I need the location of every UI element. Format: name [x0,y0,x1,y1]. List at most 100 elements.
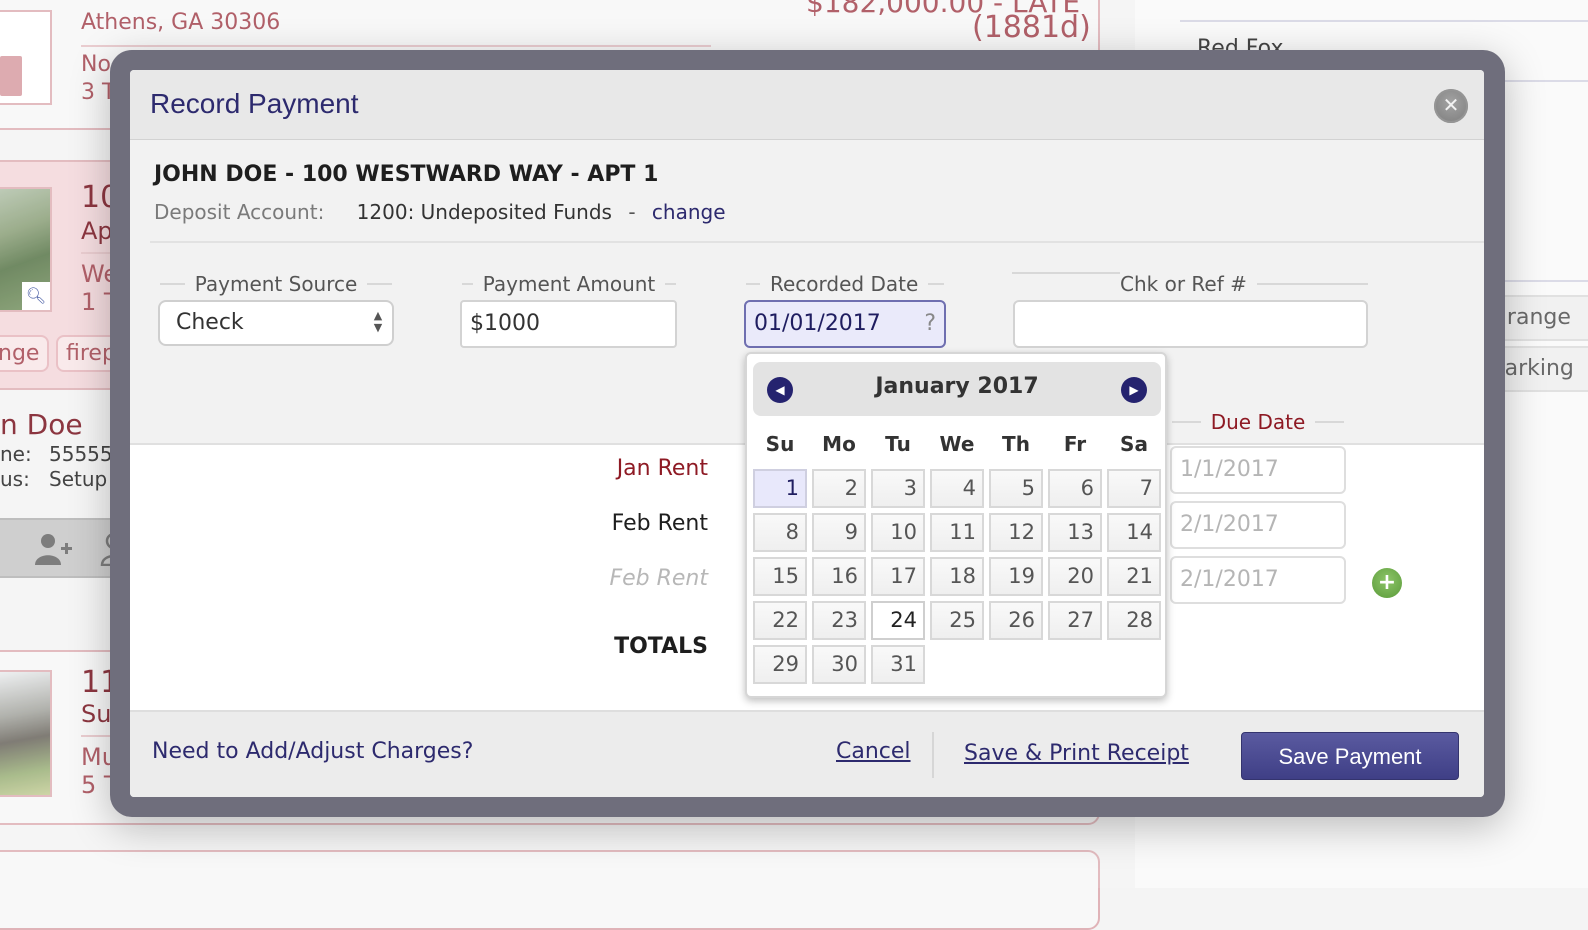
due-date-label: Due Date [1210,410,1306,434]
payment-source-value: Check [176,310,244,335]
due-date-legend: Due Date [1172,410,1345,434]
save-payment-button[interactable]: Save Payment [1241,732,1459,780]
save-print-receipt-link[interactable]: Save & Print Receipt [964,741,1189,766]
reference-legend-rule [852,272,1120,274]
payment-source-select[interactable]: Check ▲ ▼ [158,300,394,346]
calendar-day[interactable]: 22 [753,601,807,640]
calendar-day[interactable]: 28 [1107,601,1161,640]
charge-due-date-value: 2/1/2017 [1180,512,1279,537]
plus-circle-icon[interactable]: + [1372,568,1402,598]
close-icon[interactable]: ✕ [1434,89,1468,123]
calendar-day[interactable]: 31 [871,645,925,684]
payment-amount-input[interactable]: $1000 [460,300,677,348]
legend-rule [746,283,760,285]
deposit-separator: - [628,200,636,224]
deposit-account-row: Deposit Account: 1200: Undeposited Funds… [154,200,726,224]
reference-legend: Chk or Ref # [1120,272,1368,296]
legend-rule [1256,283,1368,285]
datepicker-month-title: January 2017 [875,374,1039,399]
legend-rule [1172,421,1201,423]
calendar-day[interactable]: 6 [1048,469,1102,508]
legend-rule [1012,272,1120,274]
calendar-day[interactable]: 5 [989,469,1043,508]
payment-amount-legend: Payment Amount [462,272,677,296]
legend-rule [367,283,393,285]
calendar-day[interactable]: 14 [1107,513,1161,552]
calendar-day[interactable]: 21 [1107,557,1161,596]
deposit-account-value: 1200: Undeposited Funds [356,200,612,224]
help-icon[interactable]: ? [924,310,936,338]
datepicker-header: ◀ January 2017 ▶ [753,362,1161,416]
divider [150,241,1484,243]
weekday-header: Tu [885,432,911,456]
calendar-day[interactable]: 12 [989,513,1043,552]
calendar-day[interactable]: 4 [930,469,984,508]
currency-symbol: $ [470,311,484,336]
weekday-header: Sa [1120,432,1148,456]
calendar-day[interactable]: 23 [812,601,866,640]
calendar-day[interactable]: 7 [1107,469,1161,508]
calendar-day[interactable]: 29 [753,645,807,684]
datepicker-popup: ◀ January 2017 ▶ Su Mo Tu We Th Fr Sa 1 2 3 4 5 6 7 8 9… [745,352,1167,698]
change-deposit-account-link[interactable]: change [652,200,726,224]
charge-due-date-value: 1/1/2017 [1180,457,1279,482]
payment-amount-value: 1000 [484,311,540,336]
totals-label: TOTALS [614,634,708,659]
weekday-header: Fr [1063,432,1087,456]
weekday-header: Mo [822,432,856,456]
legend-rule [462,283,473,285]
charge-due-date[interactable]: 2/1/2017 [1170,556,1346,604]
deposit-account-label: Deposit Account: [154,200,325,224]
payment-source-legend: Payment Source [160,272,393,296]
payment-source-label: Payment Source [194,272,358,296]
tenant-unit-heading: JOHN DOE - 100 WESTWARD WAY - APT 1 [154,162,659,187]
legend-rule [665,283,677,285]
chevron-right-icon[interactable]: ▶ [1121,377,1147,403]
weekday-header: We [939,432,975,456]
recorded-date-value: 01/01/2017 [754,311,881,336]
weekday-header: Th [1002,432,1030,456]
footer-divider [932,732,934,778]
calendar-day[interactable]: 9 [812,513,866,552]
calendar-day[interactable]: 18 [930,557,984,596]
calendar-day[interactable]: 16 [812,557,866,596]
calendar-day[interactable]: 30 [812,645,866,684]
calendar-day-today[interactable]: 24 [871,601,925,640]
calendar-day[interactable]: 27 [1048,601,1102,640]
calendar-day[interactable]: 20 [1048,557,1102,596]
check-reference-input[interactable] [1013,300,1368,348]
calendar-day[interactable]: 15 [753,557,807,596]
calendar-day[interactable]: 13 [1048,513,1102,552]
select-updown-icon: ▲ ▼ [373,309,383,334]
recorded-date-input[interactable]: 01/01/2017 ? [744,300,946,348]
charge-label: Feb Rent [609,566,708,591]
charge-due-date-value: 2/1/2017 [1180,567,1279,592]
calendar-day[interactable]: 11 [930,513,984,552]
calendar-day-selected[interactable]: 1 [753,469,807,508]
weekday-header: Su [765,432,795,456]
calendar-day[interactable]: 3 [871,469,925,508]
charge-label: Jan Rent [616,456,708,481]
recorded-date-legend: Recorded Date [746,272,944,296]
legend-rule [928,283,944,285]
legend-rule [160,283,185,285]
legend-rule [1315,421,1345,423]
add-adjust-charges-link[interactable]: Need to Add/Adjust Charges? [152,739,473,764]
calendar-day[interactable]: 8 [753,513,807,552]
charge-due-date: 2/1/2017 [1170,501,1346,549]
calendar-day[interactable]: 2 [812,469,866,508]
calendar-day[interactable]: 19 [989,557,1043,596]
datepicker-grid: Su Mo Tu We Th Fr Sa 1 2 3 4 5 6 7 8 9 10 11 12 13 14 15 16 17 1… [753,424,1161,684]
charge-label: Feb Rent [611,511,708,536]
calendar-day[interactable]: 17 [871,557,925,596]
calendar-day[interactable]: 10 [871,513,925,552]
modal-title: Record Payment [150,88,359,119]
modal-header: Record Payment ✕ [130,70,1484,140]
calendar-day[interactable]: 26 [989,601,1043,640]
calendar-day[interactable]: 25 [930,601,984,640]
payment-amount-label: Payment Amount [482,272,656,296]
charge-due-date: 1/1/2017 [1170,446,1346,494]
reference-label: Chk or Ref # [1120,272,1247,296]
cancel-link[interactable]: Cancel [836,739,911,764]
modal-footer: Need to Add/Adjust Charges? Cancel Save … [130,710,1484,797]
